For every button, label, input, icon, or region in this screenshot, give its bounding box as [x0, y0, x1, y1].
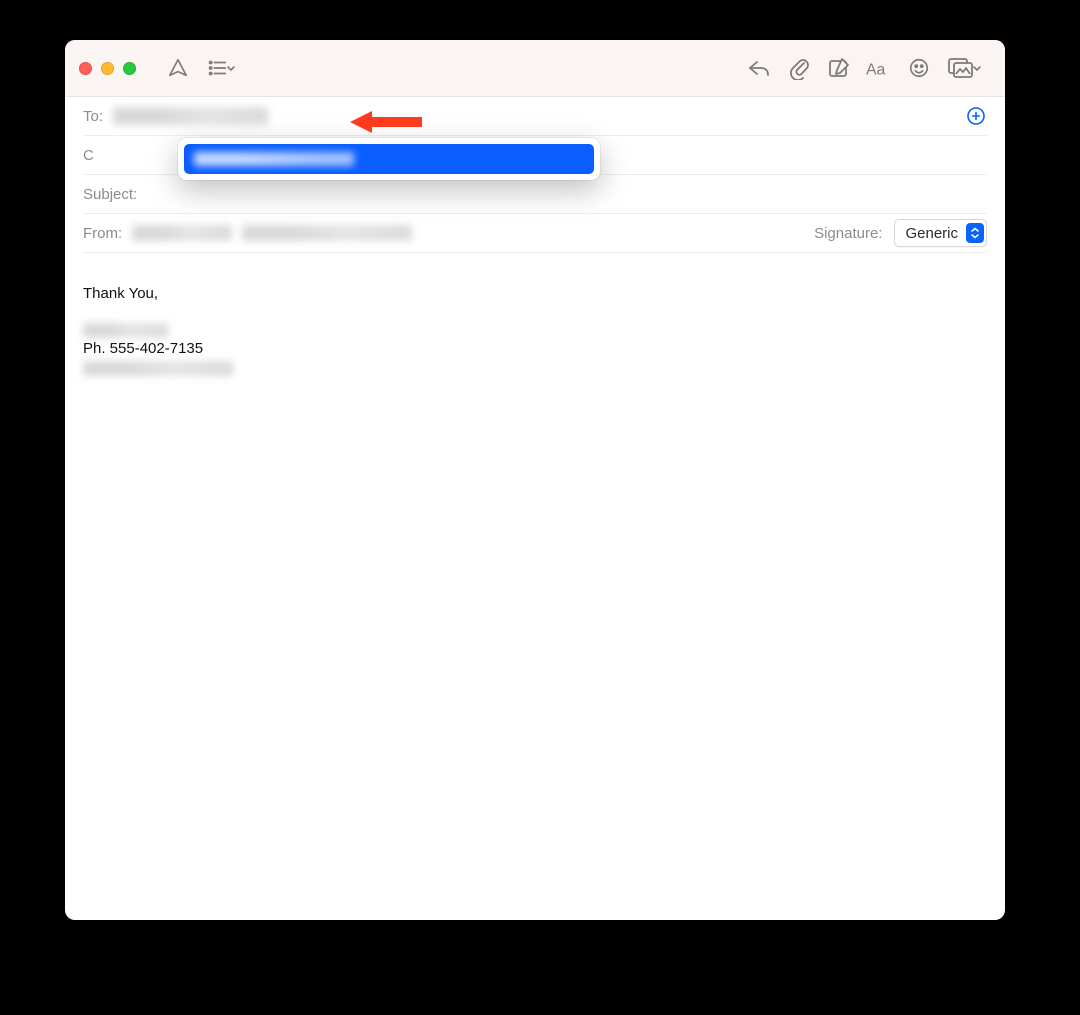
subject-field-row[interactable]: Subject: — [83, 175, 987, 214]
chevron-down-icon — [225, 62, 237, 74]
reply-icon — [747, 57, 771, 79]
cc-label: C — [83, 147, 94, 164]
attach-button[interactable] — [779, 48, 819, 88]
compose-icon — [827, 57, 851, 79]
email-body[interactable]: Thank You, Ph. 555-402-7135 — [65, 253, 1005, 394]
from-field-row[interactable]: From: Signature: Generic — [83, 214, 987, 253]
emoji-button[interactable] — [899, 48, 939, 88]
send-button[interactable] — [158, 48, 198, 88]
signature-thankyou: Thank You, — [83, 283, 987, 305]
font-icon: Aa — [866, 58, 892, 78]
signature-select[interactable]: Generic — [894, 219, 987, 247]
window-toolbar: Aa — [65, 40, 1005, 97]
signature-name-redacted — [83, 323, 168, 338]
from-name-redacted — [132, 225, 232, 241]
to-field-row[interactable]: To: — [83, 97, 987, 136]
svg-text:Aa: Aa — [866, 62, 886, 79]
from-label: From: — [83, 225, 122, 242]
select-stepper-icon — [966, 223, 984, 243]
autocomplete-suggestion[interactable] — [184, 144, 594, 174]
zoom-window-button[interactable] — [123, 62, 136, 75]
subject-label: Subject: — [83, 186, 137, 203]
markup-button[interactable] — [819, 48, 859, 88]
signature-phone: Ph. 555-402-7135 — [83, 338, 987, 360]
minimize-window-button[interactable] — [101, 62, 114, 75]
reply-button[interactable] — [739, 48, 779, 88]
plus-circle-icon — [966, 106, 986, 126]
to-label: To: — [83, 108, 103, 125]
traffic-lights — [79, 62, 136, 75]
chevron-down-icon — [971, 62, 983, 74]
autocomplete-suggestion-redacted — [194, 152, 354, 166]
signature-value: Generic — [905, 225, 958, 242]
signature-label: Signature: — [814, 225, 882, 242]
media-browser-button[interactable] — [939, 48, 991, 88]
send-icon — [167, 57, 189, 79]
from-email-redacted — [242, 225, 412, 241]
compose-email-window: Aa To: — [65, 40, 1005, 920]
emoji-icon — [908, 57, 930, 79]
header-fields-button[interactable] — [198, 48, 246, 88]
signature-email-redacted — [83, 361, 233, 376]
paperclip-icon — [788, 56, 810, 80]
close-window-button[interactable] — [79, 62, 92, 75]
format-button[interactable]: Aa — [859, 48, 899, 88]
to-recipient-redacted[interactable] — [113, 107, 268, 125]
add-recipient-button[interactable] — [965, 105, 987, 127]
recipient-autocomplete-popup — [178, 138, 600, 180]
